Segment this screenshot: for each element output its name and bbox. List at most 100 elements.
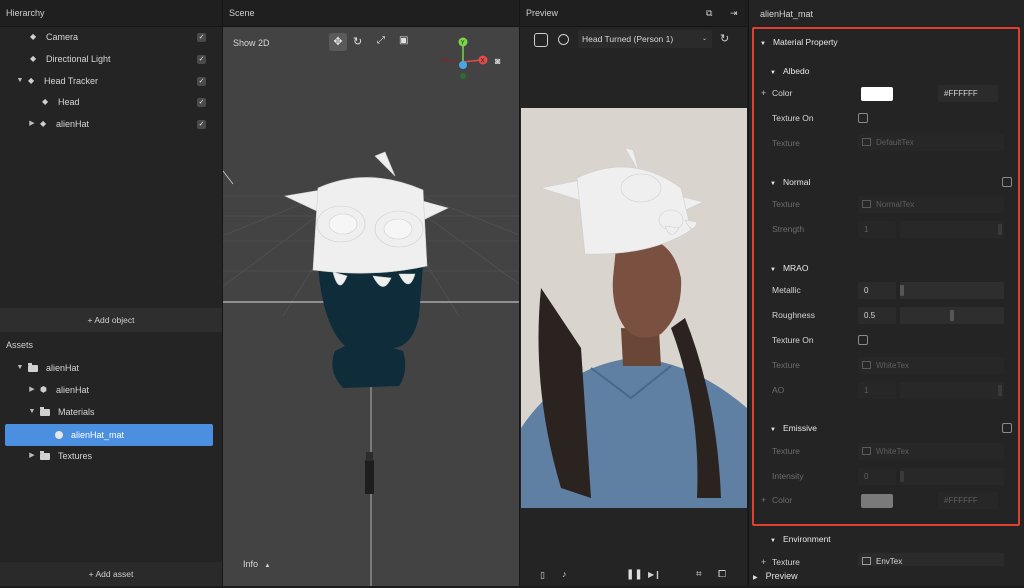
asset-item-alienhat-folder[interactable]: ▼ alienHat xyxy=(0,357,222,379)
environment-section[interactable]: ▼ Environment xyxy=(770,534,831,544)
chevron-right-icon: ▶ xyxy=(753,575,758,581)
slider-knob[interactable] xyxy=(900,285,904,296)
refresh-icon[interactable]: ↻ xyxy=(720,32,729,45)
chevron-right-icon[interactable]: ▶ xyxy=(28,120,36,128)
texture-value: NormalTex xyxy=(876,200,915,209)
normal-strength-value[interactable]: 1 xyxy=(858,221,896,238)
chevron-down-icon: ▼ xyxy=(770,181,776,187)
dropdown-value: Head Turned (Person 1) xyxy=(582,34,674,44)
rotate-tool-icon[interactable]: ↻ xyxy=(353,35,362,48)
hierarchy-item-head-tracker[interactable]: ▼ ◆ Head Tracker ✓ xyxy=(0,70,222,92)
normal-section[interactable]: ▼ Normal xyxy=(770,177,810,187)
mrao-texture-on-checkbox[interactable] xyxy=(858,335,868,345)
asset-item-materials[interactable]: ▼ Materials xyxy=(0,401,222,423)
rect-tool-icon[interactable]: ▣ xyxy=(399,35,408,46)
preview-video-dropdown[interactable]: Head Turned (Person 1) ⌄ xyxy=(578,30,712,48)
hierarchy-item-alienhat[interactable]: ▶ ◆ alienHat ✓ xyxy=(0,113,222,135)
metallic-value[interactable]: 0 xyxy=(858,282,896,299)
visibility-checkbox[interactable]: ✓ xyxy=(197,76,206,86)
fit-icon[interactable]: ⧠ xyxy=(718,569,726,580)
asset-item-alienhat-model[interactable]: ▶ ⬢ alienHat xyxy=(0,379,222,401)
hierarchy-title: Hierarchy xyxy=(0,0,222,27)
move-tool-icon[interactable]: ✥ xyxy=(329,33,347,51)
mrao-section[interactable]: ▼ MRAO xyxy=(770,263,808,273)
emissive-color-hex[interactable]: #FFFFFF xyxy=(938,492,998,509)
normal-strength-slider[interactable] xyxy=(900,221,1004,238)
chevron-right-icon[interactable]: ▶ xyxy=(28,386,36,394)
add-object-button[interactable]: + Add object xyxy=(0,308,222,332)
slider-knob[interactable] xyxy=(998,385,1002,396)
ao-value[interactable]: 1 xyxy=(858,382,896,399)
roughness-value[interactable]: 0.5 xyxy=(858,307,896,324)
texture-value: WhiteTex xyxy=(876,361,909,370)
pause-icon[interactable]: ❚❚ xyxy=(626,569,643,580)
albedo-section[interactable]: ▼ Albedo xyxy=(770,66,809,76)
cube-icon: ◆ xyxy=(30,54,37,63)
preview-mode-icon[interactable] xyxy=(534,33,548,47)
emissive-color-label: Color xyxy=(772,495,793,505)
scale-tool-icon[interactable]: ⤢ xyxy=(377,35,385,46)
chevron-down-icon: ▼ xyxy=(770,427,776,433)
emissive-texture-field[interactable]: WhiteTex xyxy=(858,443,1004,460)
hierarchy-item-label: Head Tracker xyxy=(44,76,99,86)
hierarchy-item-head[interactable]: ◆ Head ✓ xyxy=(0,91,222,113)
emissive-intensity-slider[interactable] xyxy=(900,468,1004,485)
export-icon[interactable]: ⇥ xyxy=(730,8,738,19)
albedo-color-swatch[interactable] xyxy=(861,87,893,101)
chevron-down-icon[interactable]: ▼ xyxy=(16,364,24,372)
visibility-checkbox[interactable]: ✓ xyxy=(197,97,206,107)
visibility-checkbox[interactable]: ✓ xyxy=(197,54,206,64)
chevron-right-icon[interactable]: ▶ xyxy=(28,452,36,460)
material-property-section[interactable]: ▼ Material Property xyxy=(760,37,838,47)
add-icon[interactable]: + xyxy=(761,495,766,505)
popout-icon[interactable]: ⧉ xyxy=(706,8,712,19)
preview-section-bar[interactable]: ▶ Preview xyxy=(749,566,1024,586)
add-icon[interactable]: + xyxy=(761,88,766,98)
asset-item-textures[interactable]: ▶ Textures xyxy=(0,445,222,467)
emissive-color-swatch[interactable] xyxy=(861,494,893,508)
emissive-section[interactable]: ▼ Emissive xyxy=(770,423,817,433)
asset-item-label: alienHat xyxy=(56,385,90,395)
ao-label: AO xyxy=(772,385,785,395)
hierarchy-item-directional-light[interactable]: ◆ Directional Light ✓ xyxy=(0,48,222,70)
step-forward-icon[interactable]: ▶❙ xyxy=(648,570,661,579)
show-2d-toggle[interactable]: Show 2D xyxy=(233,38,270,48)
hierarchy-item-camera[interactable]: ◆ Camera ✓ xyxy=(0,26,222,48)
add-asset-button[interactable]: + Add asset xyxy=(0,562,222,586)
crop-icon[interactable]: ⌗ xyxy=(696,569,702,580)
normal-texture-field[interactable]: NormalTex xyxy=(858,196,1004,213)
hierarchy-panel: Hierarchy ◆ Camera ✓ ◆ Directional Light… xyxy=(0,0,222,333)
cube-icon: ◆ xyxy=(30,32,37,41)
albedo-texture-on-checkbox[interactable] xyxy=(858,113,868,123)
section-label: Material Property xyxy=(772,37,838,47)
emissive-enable-checkbox[interactable] xyxy=(1002,423,1012,433)
chevron-down-icon[interactable]: ▼ xyxy=(16,77,24,85)
ao-slider[interactable] xyxy=(900,382,1004,399)
emissive-intensity-value[interactable]: 0 xyxy=(858,468,896,485)
camera-view-icon[interactable]: ◙ xyxy=(495,56,500,66)
slider-knob[interactable] xyxy=(950,310,954,321)
asset-item-label: alienHat_mat xyxy=(71,430,125,440)
slider-knob[interactable] xyxy=(900,471,904,482)
albedo-texture-field[interactable]: DefaultTex xyxy=(858,134,1004,151)
info-toggle[interactable]: Info ▲ xyxy=(243,559,270,569)
info-label: Info xyxy=(243,559,259,569)
roughness-slider[interactable] xyxy=(900,307,1004,324)
chevron-down-icon[interactable]: ▼ xyxy=(28,408,36,416)
record-icon[interactable] xyxy=(558,34,569,45)
slider-knob[interactable] xyxy=(998,224,1002,235)
mrao-texture-field[interactable]: WhiteTex xyxy=(858,357,1004,374)
scene-viewport[interactable] xyxy=(223,26,519,586)
metallic-slider[interactable] xyxy=(900,282,1004,299)
phone-icon[interactable]: ▯ xyxy=(540,570,545,581)
visibility-checkbox[interactable]: ✓ xyxy=(197,119,206,129)
material-icon xyxy=(55,431,63,439)
texture-value: DefaultTex xyxy=(876,138,914,147)
visibility-checkbox[interactable]: ✓ xyxy=(197,32,206,42)
asset-item-alienhat-mat[interactable]: alienHat_mat xyxy=(5,424,213,446)
albedo-color-hex[interactable]: #FFFFFF xyxy=(938,85,998,102)
tiktok-icon[interactable]: ♪ xyxy=(562,569,567,579)
image-icon xyxy=(862,200,871,208)
normal-enable-checkbox[interactable] xyxy=(1002,177,1012,187)
metallic-label: Metallic xyxy=(772,285,801,295)
